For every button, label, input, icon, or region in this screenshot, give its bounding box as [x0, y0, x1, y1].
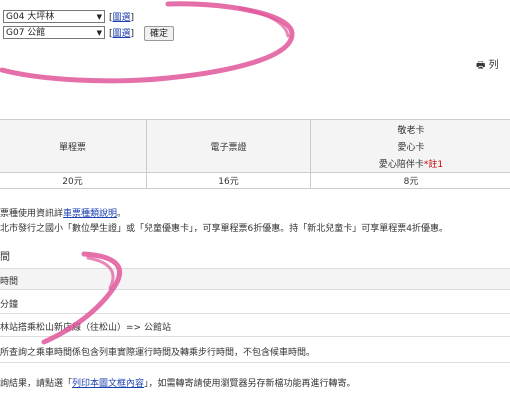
print-frame-link[interactable]: 列印本圖文框內容	[72, 379, 144, 389]
print-link[interactable]: 🖶 列	[476, 56, 499, 75]
printer-icon: 🖶	[476, 60, 486, 71]
travel-time-duration: 分鐘	[0, 300, 19, 310]
dropdown-arrow-icon: ▼	[96, 29, 102, 37]
destination-station-select[interactable]: G07 公館 ▼	[3, 26, 105, 39]
love-card-label: 愛心卡	[397, 142, 425, 153]
destination-map-link[interactable]: 圖選	[113, 29, 131, 39]
pink-marker-scribbles	[0, 1, 295, 345]
e-ticket-fare: 16元	[146, 172, 311, 189]
ticket-note-2: 北市發行之國小「數位學生證」或「兒童優惠卡」，可享單程票6折優惠。持「新北兒童卡…	[0, 224, 448, 234]
concession-fare: 8元	[310, 172, 510, 189]
divider	[0, 362, 510, 363]
fare-table-value-row: 20元 16元 8元	[0, 172, 510, 189]
companion-card-label: 愛心陪伴卡*註1	[378, 159, 444, 170]
fare-table-header-row: 單程票 電子票證 敬老卡 愛心卡 愛心陪伴卡*註1	[0, 119, 510, 173]
print-link-label: 列	[488, 60, 499, 71]
note-1-marker[interactable]: *註1	[424, 160, 443, 170]
route-description: 林站搭乘松山新店線（往松山）=> 公館站	[0, 323, 171, 333]
print-instructions: 詢結果，請點選「列印本圖文框內容」，如需轉寄請使用瀏覽器另存新檔功能再進行轉寄。	[0, 379, 356, 389]
ticket-types-link[interactable]: 車票種類說明	[63, 209, 117, 219]
fare-table: 單程票 電子票證 敬老卡 愛心卡 愛心陪伴卡*註1 20元 16元 8元	[0, 119, 510, 189]
divider	[0, 313, 510, 314]
destination-station-value: G07 公館	[6, 28, 46, 38]
dropdown-arrow-icon: ▼	[96, 13, 102, 21]
destination-map-link-wrap: [圖選]	[109, 29, 135, 39]
origin-station-select[interactable]: G04 大坪林 ▼	[3, 10, 105, 23]
confirm-button[interactable]: 確定	[144, 26, 174, 41]
origin-map-link-wrap: [圖選]	[109, 13, 135, 23]
single-ticket-header: 單程票	[0, 119, 147, 173]
travel-time-column-header: 時間	[0, 277, 19, 287]
divider	[0, 336, 510, 337]
ticket-note-1: 票種使用資訊詳車票種類說明。	[0, 209, 127, 219]
e-ticket-header: 電子票證	[146, 119, 311, 173]
concession-header: 敬老卡 愛心卡 愛心陪伴卡*註1	[310, 119, 510, 173]
single-ticket-fare: 20元	[0, 172, 147, 189]
travel-time-header-band	[0, 268, 510, 290]
origin-map-link[interactable]: 圖選	[113, 13, 131, 23]
travel-time-section-title: 間	[0, 252, 10, 263]
travel-time-note: 所查詢之乘車時間係包含列車實際運行時間及轉乘步行時間，不包含候車時間。	[0, 348, 316, 358]
scribble-stroke-top-2	[238, 6, 290, 38]
origin-station-value: G04 大坪林	[6, 12, 55, 22]
senior-card-label: 敬老卡	[397, 125, 425, 136]
